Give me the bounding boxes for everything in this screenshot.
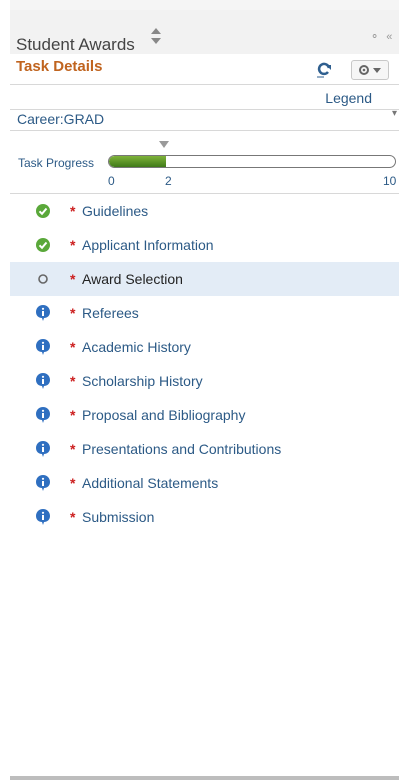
required-marker: * [70,305,76,321]
chevron-down-icon [373,68,381,73]
task-item[interactable]: * Academic History [10,330,399,364]
task-label[interactable]: Scholarship History [82,373,203,389]
task-label[interactable]: Referees [82,305,139,321]
blue-info-icon [35,475,51,491]
required-marker: * [70,407,76,423]
task-item[interactable]: * Applicant Information [10,228,399,262]
progress-tick-end: 10 [383,174,397,188]
task-label[interactable]: Applicant Information [82,237,214,253]
required-marker: * [70,475,76,491]
required-marker: * [70,509,76,525]
career-dropdown-icon[interactable]: ▾ [392,108,397,119]
task-item[interactable]: * Referees [10,296,399,330]
panel-header: Student Awards ⚬ « [10,10,399,54]
progress-label: Task Progress [18,156,95,170]
sort-arrows-icon[interactable] [148,24,164,48]
required-marker: * [70,271,76,287]
open-circle-icon [35,271,51,287]
task-item[interactable]: * Additional Statements [10,466,399,500]
task-label[interactable]: Additional Statements [82,475,218,491]
gear-icon [359,65,369,75]
progress-marker-icon [159,141,169,148]
task-label[interactable]: Submission [82,509,154,525]
task-progress: Task Progress 0 2 10 [10,131,399,194]
task-label[interactable]: Presentations and Contributions [82,441,281,457]
blue-info-icon [35,373,51,389]
panel-title: Student Awards [16,35,135,54]
task-details-header: Task Details [10,54,399,85]
task-item[interactable]: * Scholarship History [10,364,399,398]
progress-tick-current: 2 [165,174,172,188]
blue-info-icon [35,509,51,525]
career-row: Career:GRAD ▾ [10,108,399,131]
required-marker: * [70,203,76,219]
bottom-border [10,776,399,780]
blue-info-icon [35,441,51,457]
legend-row: Legend [10,85,399,110]
blue-info-icon [35,407,51,423]
task-item[interactable]: * Guidelines [10,194,399,228]
blue-info-icon [35,339,51,355]
task-label[interactable]: Proposal and Bibliography [82,407,245,423]
actions-menu-button[interactable] [351,60,389,80]
required-marker: * [70,373,76,389]
top-strip [10,0,399,10]
required-marker: * [70,441,76,457]
green-check-icon [35,237,51,253]
career-label: Career:GRAD [17,111,105,127]
progress-bar-fill [109,156,167,167]
refresh-icon[interactable] [315,60,333,78]
required-marker: * [70,237,76,253]
progress-tick-start: 0 [108,174,115,188]
section-title: Task Details [16,58,103,75]
blue-info-icon [35,305,51,321]
task-list: * Guidelines * Applicant Information * Award … [10,194,399,534]
task-item[interactable]: * Proposal and Bibliography [10,398,399,432]
task-label[interactable]: Guidelines [82,203,148,219]
task-item[interactable]: * Presentations and Contributions [10,432,399,466]
required-marker: * [70,339,76,355]
green-check-icon [35,203,51,219]
collapse-icon[interactable]: ⚬ « [370,30,394,43]
legend-link[interactable]: Legend [325,90,372,106]
task-label[interactable]: Award Selection [82,271,183,287]
task-label[interactable]: Academic History [82,339,191,355]
task-item[interactable]: * Award Selection [10,262,399,296]
task-item[interactable]: * Submission [10,500,399,534]
progress-bar [108,155,396,168]
